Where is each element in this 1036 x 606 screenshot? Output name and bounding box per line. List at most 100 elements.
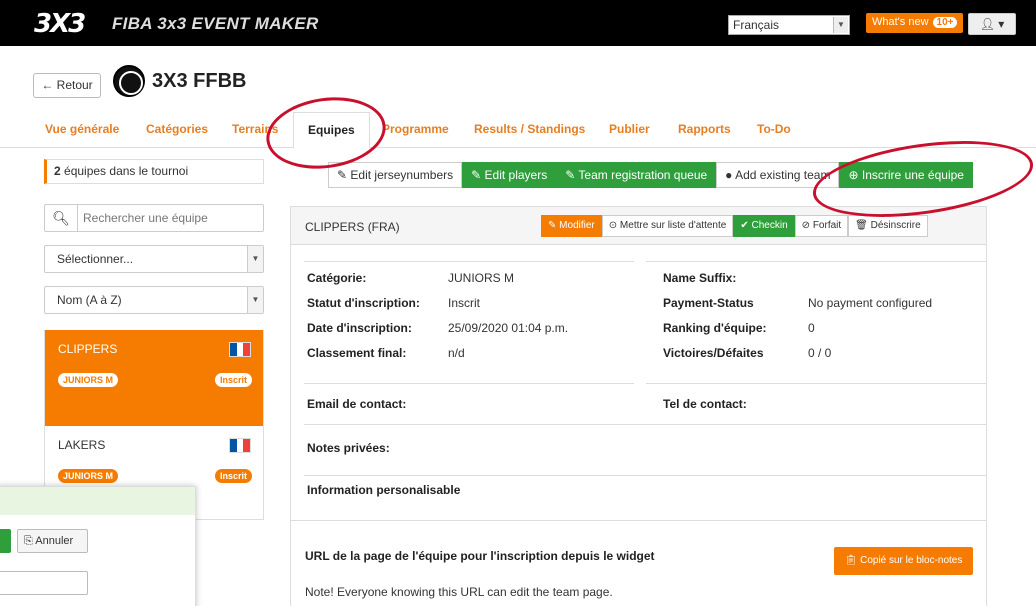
- copy-url-button[interactable]: 📋︎ Copié sur le bloc-notes: [834, 547, 973, 575]
- date-label: Date d'inscription:: [307, 321, 412, 335]
- name-suffix-label: Name Suffix:: [663, 271, 737, 285]
- tab-teams[interactable]: Equipes: [293, 112, 370, 149]
- category-badge: JUNIORS M: [58, 373, 119, 387]
- edit-icon: ✎: [565, 168, 576, 182]
- payment-value: No payment configured: [808, 296, 933, 310]
- france-flag-icon: [229, 438, 251, 453]
- team-count-number: 2: [54, 164, 61, 178]
- custom-info-label: Information personalisable: [307, 483, 461, 497]
- tab-schedule[interactable]: Programme: [382, 122, 449, 136]
- team-name: LAKERS: [58, 438, 106, 452]
- france-flag-icon: [229, 342, 251, 357]
- unregister-label: Désinscrire: [870, 220, 921, 231]
- plus-circle-icon: ⊕: [848, 168, 859, 182]
- payment-label: Payment-Status: [663, 296, 754, 310]
- tab-reports[interactable]: Rapports: [678, 122, 731, 136]
- edit-players-label: Edit players: [484, 168, 548, 182]
- tab-categories[interactable]: Catégories: [146, 122, 208, 136]
- forfeit-label: Forfait: [812, 220, 842, 231]
- edit-team-label: Modifier: [559, 220, 595, 231]
- registration-queue-label: Team registration queue: [578, 168, 708, 182]
- fiba-3x3-logo[interactable]: 3X3: [34, 9, 86, 39]
- registration-queue-button[interactable]: ✎ Team registration queue: [556, 162, 717, 188]
- chevron-down-icon: ▼: [247, 287, 263, 313]
- waitlist-button[interactable]: ⊙ Mettre sur liste d'attente: [601, 215, 734, 237]
- tab-results[interactable]: Results / Standings: [474, 122, 585, 136]
- overlay-dialog: ⎘ Annuler: [0, 486, 196, 606]
- divider: [646, 383, 986, 384]
- filter-select[interactable]: Sélectionner... ▼: [44, 245, 264, 273]
- plus-circle-icon: ●: [725, 168, 733, 182]
- team-sidebar: 2 équipes dans le tournoi 🔍︎ Sélectionne…: [33, 148, 264, 520]
- tab-todo[interactable]: To-Do: [757, 122, 791, 136]
- chevron-down-icon: ▼: [833, 17, 848, 33]
- team-count: 2 équipes dans le tournoi: [44, 159, 264, 184]
- category-badge: JUNIORS M: [58, 469, 119, 483]
- language-select[interactable]: Français ▼: [728, 15, 850, 35]
- register-team-label: Inscrire une équipe: [861, 168, 964, 182]
- language-value: Français: [733, 18, 780, 32]
- divider: [304, 475, 986, 476]
- user-menu-button[interactable]: 👤︎ ▾: [968, 13, 1016, 35]
- status-badge: Inscrit: [214, 373, 252, 387]
- tab-courts[interactable]: Terrains: [232, 122, 278, 136]
- unregister-button[interactable]: 🗑︎ Désinscrire: [848, 215, 928, 237]
- sort-select[interactable]: Nom (A à Z) ▼: [44, 286, 264, 314]
- category-label: Catégorie:: [307, 271, 367, 285]
- top-bar: 3X3 FIBA 3x3 EVENT MAKER Français ▼ What…: [0, 0, 1036, 46]
- trash-icon: 🗑︎: [855, 220, 868, 231]
- tab-publish[interactable]: Publier: [609, 122, 650, 136]
- clock-icon: ⊙: [608, 220, 618, 231]
- forfeit-button[interactable]: ⊘ Forfait: [794, 215, 849, 237]
- team-search-input[interactable]: [83, 209, 259, 227]
- chevron-down-icon: ▼: [247, 246, 263, 272]
- clipboard-icon: 📋︎: [844, 555, 858, 566]
- ban-icon: ⊘: [801, 220, 811, 231]
- checkin-button[interactable]: ✔ Checkin: [733, 215, 795, 237]
- tab-overview[interactable]: Vue générale: [45, 122, 119, 136]
- search-icon[interactable]: 🔍︎: [45, 205, 78, 231]
- url-warning-note: Note! Everyone knowing this URL can edit…: [305, 585, 613, 599]
- copy-url-label: Copié sur le bloc-notes: [860, 555, 963, 566]
- event-title: 3X3 FFBB: [152, 70, 247, 92]
- main-tabs: Vue générale Catégories Terrains Equipes…: [0, 112, 1036, 149]
- dialog-input[interactable]: [0, 571, 88, 595]
- category-value: JUNIORS M: [448, 271, 514, 285]
- dialog-header: [0, 487, 195, 515]
- cancel-button[interactable]: ⎘ Annuler: [17, 529, 88, 553]
- add-existing-team-button[interactable]: ● Add existing team: [716, 162, 840, 188]
- team-count-text: équipes dans le tournoi: [60, 164, 189, 178]
- waitlist-label: Mettre sur liste d'attente: [619, 220, 727, 231]
- status-value: Inscrit: [448, 296, 481, 310]
- edit-icon: ✎: [471, 168, 482, 182]
- register-team-button[interactable]: ⊕ Inscrire une équipe: [839, 162, 973, 188]
- phone-label: Tel de contact:: [663, 397, 747, 411]
- wins-losses-label: Victoires/Défaites: [663, 346, 764, 360]
- edit-players-button[interactable]: ✎ Edit players: [462, 162, 557, 188]
- team-title: CLIPPERS (FRA): [305, 220, 400, 234]
- divider: [646, 261, 986, 262]
- team-panel-header: CLIPPERS (FRA) ✎ Modifier ⊙ Mettre sur l…: [291, 207, 986, 245]
- divider: [304, 424, 986, 425]
- wins-losses-value: 0 / 0: [808, 346, 832, 360]
- checkin-label: Checkin: [751, 220, 788, 231]
- status-badge: Inscrit: [214, 469, 252, 483]
- email-label: Email de contact:: [307, 397, 407, 411]
- back-button[interactable]: ← Retour: [33, 73, 101, 98]
- final-rank-label: Classement final:: [307, 346, 407, 360]
- check-icon: ✔: [740, 220, 749, 231]
- app-title: FIBA 3x3 EVENT MAKER: [112, 14, 319, 33]
- date-value: 25/09/2020 01:04 p.m.: [448, 321, 569, 335]
- team-panel-buttons: ✎ Modifier ⊙ Mettre sur liste d'attente …: [541, 215, 928, 237]
- whats-new-label: What's new: [872, 16, 929, 28]
- list-item[interactable]: CLIPPERS JUNIORS M Inscrit: [45, 330, 263, 426]
- confirm-button[interactable]: [0, 529, 11, 553]
- team-name: CLIPPERS: [58, 342, 118, 356]
- whats-new-button[interactable]: What's new 10+: [866, 13, 964, 33]
- divider: [304, 383, 634, 384]
- filter-select-value: Sélectionner...: [57, 252, 134, 266]
- edit-jersey-label: Edit jerseynumbers: [350, 168, 454, 182]
- edit-team-button[interactable]: ✎ Modifier: [541, 215, 602, 237]
- edit-jersey-numbers-button[interactable]: ✎ Edit jerseynumbers: [328, 162, 463, 188]
- divider: [304, 261, 634, 262]
